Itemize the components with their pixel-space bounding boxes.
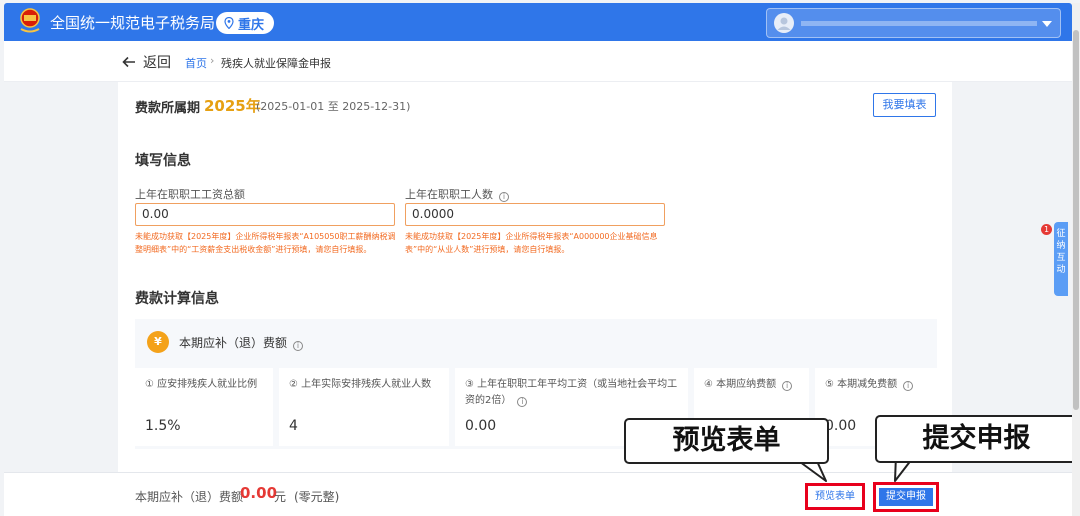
calc-cell-label: ① 应安排残疾人就业比例	[145, 379, 258, 390]
submit-highlight-box: 提交申报	[873, 482, 939, 512]
calc-cell-label: ② 上年实际安排残疾人就业人数	[289, 379, 432, 390]
yuan-coin-icon: ¥	[147, 331, 169, 353]
user-menu[interactable]	[766, 8, 1061, 38]
info-icon[interactable]: i	[499, 192, 509, 202]
scrollbar-thumb[interactable]	[1073, 30, 1079, 410]
submit-callout: 提交申报	[875, 415, 1078, 463]
footer-amount: 0.00	[240, 484, 278, 502]
calc-cell-ratio: ① 应安排残疾人就业比例 1.5%	[135, 368, 273, 446]
staff-count-error: 未能成功获取【2025年度】企业所得税年报表“A000000企业基础信息表”中的…	[405, 232, 658, 254]
period-year: 2025年	[204, 97, 261, 115]
user-name	[801, 21, 1037, 26]
info-icon[interactable]: i	[782, 381, 793, 391]
calc-cell-label: ④ 本期应纳费额 i	[704, 377, 814, 393]
calc-cell-value: 0.00	[465, 418, 497, 434]
info-icon[interactable]: i	[903, 381, 914, 391]
preview-form-button[interactable]: 预览表单	[805, 483, 865, 510]
fill-form-button[interactable]: 我要填表	[873, 93, 936, 117]
footer-label: 本期应补（退）费额	[135, 490, 244, 504]
calc-cell-value: 1.5%	[145, 418, 181, 434]
info-icon[interactable]: i	[293, 340, 304, 351]
staff-count-input[interactable]: 0.0000	[405, 203, 665, 226]
period-range: (2025-01-01 至 2025-12-31)	[256, 100, 411, 113]
calc-cell-disabled-staff: ② 上年实际安排残疾人就业人数 4	[279, 368, 449, 446]
back-button[interactable]: 返回	[122, 52, 171, 72]
top-bar: 全国统一规范电子税务局 重庆	[4, 3, 1072, 41]
city-label: 重庆	[238, 17, 265, 33]
chevron-down-icon	[1042, 21, 1052, 27]
calc-cell-value: 4	[289, 418, 298, 434]
breadcrumb-home[interactable]: 首页	[185, 55, 207, 71]
tax-emblem-logo	[18, 8, 42, 34]
location-pin-icon	[224, 17, 234, 29]
breadcrumb-separator: ›	[210, 54, 215, 67]
staff-count-label: 上年在职职工人数 i	[405, 186, 509, 202]
calc-cell-label: ⑤ 本期减免费额 i	[825, 377, 937, 393]
notification-badge: 1	[1041, 224, 1052, 235]
calc-panel-header: ¥ 本期应补（退）费额 i	[147, 331, 304, 353]
footer-unit: 元	[274, 490, 287, 504]
nav-bar: 返回 首页 › 残疾人就业保障金申报	[4, 41, 1072, 82]
wage-total-error: 未能成功获取【2025年度】企业所得税年报表“A105050职工薪酬纳税调整明细…	[135, 232, 396, 254]
submit-declaration-button[interactable]: 提交申报	[879, 488, 933, 506]
city-selector[interactable]: 重庆	[216, 12, 275, 34]
interaction-side-tab[interactable]: 征纳互动	[1054, 222, 1068, 296]
calc-cell-label: ③ 上年在职职工年平均工资（或当地社会平均工资的2倍） i	[465, 379, 678, 407]
arrow-left-icon	[122, 56, 135, 68]
site-title: 全国统一规范电子税务局	[50, 14, 216, 32]
period-label: 费款所属期	[135, 101, 201, 116]
main-content: 费款所属期 2025年 (2025-01-01 至 2025-12-31) 我要…	[118, 82, 952, 472]
fill-info-title: 填写信息	[135, 153, 191, 169]
calc-panel-label: 本期应补（退）费额 i	[179, 334, 304, 351]
breadcrumb-current: 残疾人就业保障金申报	[221, 57, 331, 70]
footer-amount-words: (零元整)	[294, 490, 340, 504]
info-icon[interactable]: i	[517, 397, 528, 407]
calc-info-title: 费款计算信息	[135, 291, 219, 307]
wage-total-input[interactable]: 0.00	[135, 203, 395, 226]
preview-callout: 预览表单	[624, 418, 829, 464]
user-avatar	[774, 13, 794, 33]
calc-cell-value: 0.00	[825, 418, 857, 434]
back-label: 返回	[143, 55, 171, 71]
wage-total-label: 上年在职职工工资总额	[135, 188, 245, 201]
